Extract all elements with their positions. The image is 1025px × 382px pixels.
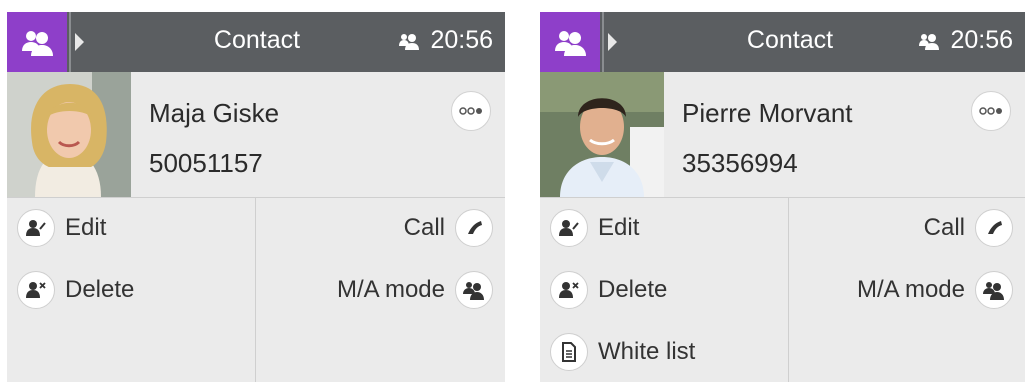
contacts-app-button[interactable]: [540, 12, 600, 72]
delete-contact-icon: [550, 271, 588, 309]
status-area: 20:56: [398, 26, 493, 55]
delete-contact-icon: [17, 271, 55, 309]
expand-arrow-icon[interactable]: [608, 33, 617, 51]
ma-mode-action[interactable]: M/A mode: [857, 270, 1013, 310]
call-action[interactable]: Call: [924, 208, 1013, 248]
contact-number: 50051157: [149, 148, 263, 178]
group-mode-icon: [975, 271, 1013, 309]
contact-photo: [540, 72, 664, 197]
group-icon: [399, 33, 420, 50]
clock: 20:56: [950, 26, 1013, 54]
more-icon: [459, 107, 482, 115]
edit-action[interactable]: Edit: [17, 208, 106, 248]
white-list-label: White list: [598, 338, 696, 365]
contact-photo: [7, 72, 131, 197]
contact-name: Maja Giske: [149, 98, 280, 128]
expand-arrow-icon[interactable]: [75, 33, 84, 51]
white-list-action[interactable]: White list: [550, 332, 695, 372]
delete-label: Delete: [65, 276, 135, 303]
delete-action[interactable]: Delete: [550, 270, 667, 310]
contacts-icon: [22, 31, 53, 56]
contacts-icon: [555, 31, 586, 56]
edit-label: Edit: [65, 214, 107, 241]
contact-number: 35356994: [682, 148, 798, 178]
ma-mode-label: M/A mode: [336, 276, 445, 303]
top-bar: Contact 20:56: [540, 12, 1025, 72]
clock: 20:56: [430, 26, 493, 54]
call-label: Call: [403, 214, 445, 241]
contact-name: Pierre Morvant: [682, 98, 853, 128]
edit-contact-icon: [550, 209, 588, 247]
ma-mode-action[interactable]: M/A mode: [337, 270, 493, 310]
top-bar: Contact 20:56: [7, 12, 505, 72]
phone-screen-left: Contact 20:56 Maja Giske 50051157 Edit D…: [7, 12, 505, 382]
more-icon: [979, 107, 1002, 115]
phone-icon: [975, 209, 1013, 247]
page-title: Contact: [213, 26, 301, 54]
page-title: Contact: [746, 26, 834, 54]
divider: [788, 198, 789, 382]
more-options-button[interactable]: [971, 91, 1011, 131]
ma-mode-label: M/A mode: [856, 276, 965, 303]
status-area: 20:56: [918, 26, 1013, 55]
group-icon: [919, 33, 940, 50]
document-icon: [550, 333, 588, 371]
call-action[interactable]: Call: [404, 208, 493, 248]
delete-action[interactable]: Delete: [17, 270, 134, 310]
divider: [7, 197, 505, 198]
contacts-app-button[interactable]: [7, 12, 67, 72]
edit-action[interactable]: Edit: [550, 208, 639, 248]
delete-label: Delete: [598, 276, 668, 303]
call-label: Call: [923, 214, 965, 241]
edit-contact-icon: [17, 209, 55, 247]
contact-header: Maja Giske 50051157: [7, 72, 505, 197]
phone-screen-right: Contact 20:56 Pierre Morvant 35356994 Ed…: [540, 12, 1025, 382]
phone-icon: [455, 209, 493, 247]
more-options-button[interactable]: [451, 91, 491, 131]
divider: [255, 198, 256, 382]
edit-label: Edit: [598, 214, 640, 241]
contact-header: Pierre Morvant 35356994: [540, 72, 1025, 197]
group-mode-icon: [455, 271, 493, 309]
divider: [540, 197, 1025, 198]
